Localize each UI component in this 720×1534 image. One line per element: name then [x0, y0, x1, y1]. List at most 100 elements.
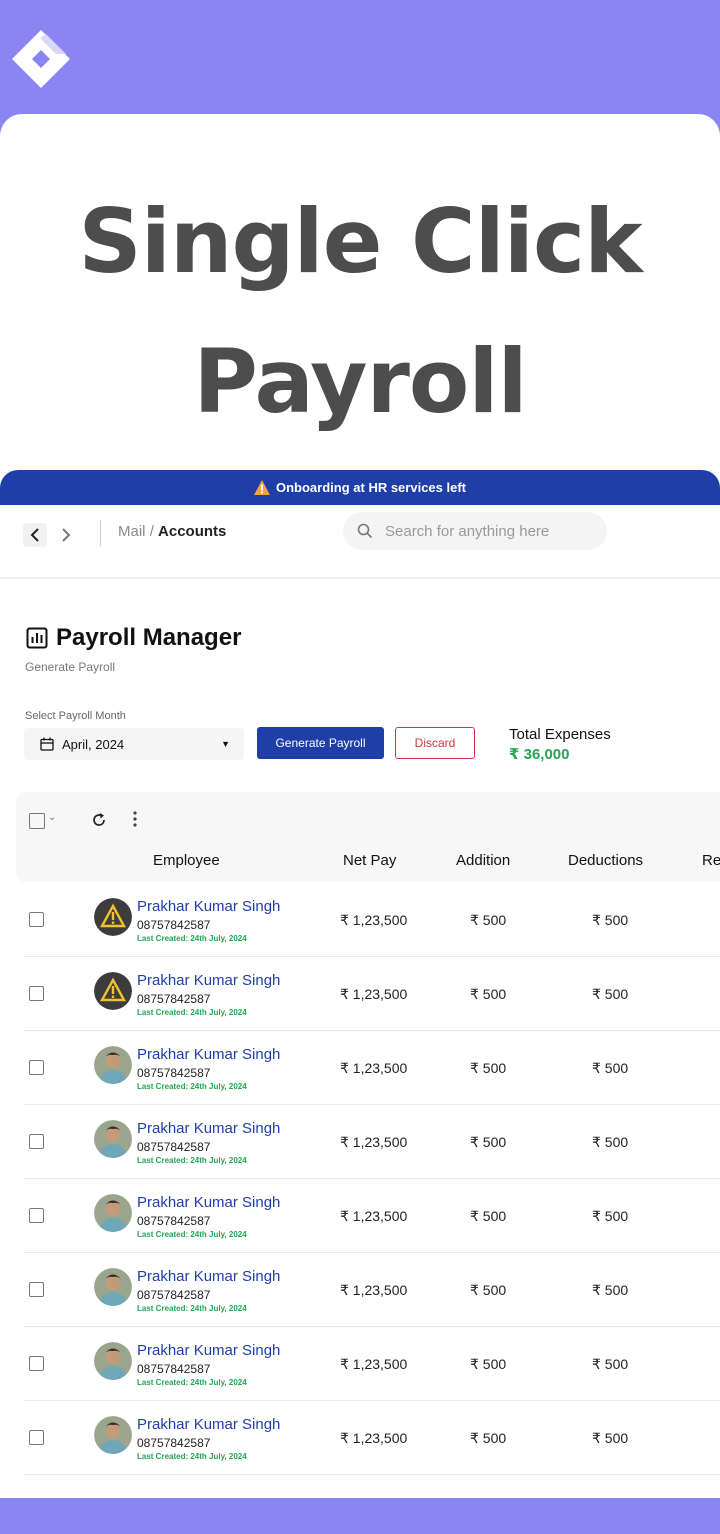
hero-card: Single Click Payroll Onboarding at HR se… — [0, 114, 720, 1498]
breadcrumb-accounts: Accounts — [158, 523, 227, 540]
top-bar: Mail / Accounts — [0, 505, 720, 579]
user-avatar-icon — [94, 1268, 132, 1306]
table-row[interactable]: Prakhar Kumar Singh 08757842587 Last Creat… — [24, 1178, 720, 1253]
banner-text: Onboarding at HR services left — [276, 480, 466, 495]
onboarding-banner[interactable]: Onboarding at HR services left — [0, 470, 720, 505]
employee-phone: 08757842587 — [137, 1436, 211, 1450]
user-avatar-icon — [94, 1120, 132, 1158]
net-pay-cell: ₹ 1,23,500 — [340, 1208, 408, 1224]
more-vertical-icon[interactable] — [132, 810, 138, 828]
bar-chart-icon — [26, 627, 48, 649]
search-input[interactable] — [383, 521, 587, 541]
deductions-cell: ₹ 500 — [592, 1208, 629, 1224]
refresh-icon[interactable] — [91, 812, 107, 828]
row-checkbox[interactable] — [29, 1208, 44, 1223]
page-subtitle: Generate Payroll — [25, 660, 116, 674]
row-checkbox[interactable] — [29, 1134, 44, 1149]
calendar-icon — [40, 737, 54, 751]
table-header: ⌄ Employee Net Pay Addition Deductions R… — [16, 792, 720, 882]
select-all-checkbox[interactable] — [29, 813, 45, 829]
avatar — [94, 898, 132, 936]
last-created: Last Created: 24th July, 2024 — [137, 1008, 247, 1017]
row-checkbox[interactable] — [29, 1356, 44, 1371]
employee-phone: 08757842587 — [137, 992, 211, 1006]
warning-icon — [254, 480, 270, 495]
row-checkbox[interactable] — [29, 1282, 44, 1297]
addition-cell: ₹ 500 — [470, 1430, 507, 1446]
last-created: Last Created: 24th July, 2024 — [137, 1230, 247, 1239]
breadcrumb-separator: / — [149, 523, 154, 540]
headline-line-1: Single Click — [78, 190, 642, 293]
warning-avatar-icon — [94, 898, 132, 936]
row-checkbox[interactable] — [29, 1430, 44, 1445]
avatar — [94, 972, 132, 1010]
addition-cell: ₹ 500 — [470, 1282, 507, 1298]
headline-line-2: Payroll — [193, 330, 527, 433]
table-row[interactable]: Prakhar Kumar Singh 08757842587 Last Creat… — [24, 882, 720, 957]
chevron-right-icon — [62, 528, 71, 542]
month-select[interactable]: April, 2024 ▼ — [24, 728, 244, 760]
row-checkbox[interactable] — [29, 1060, 44, 1075]
table-row[interactable]: Prakhar Kumar Singh 08757842587 Last Creat… — [24, 1326, 720, 1401]
employee-phone: 08757842587 — [137, 1288, 211, 1302]
employee-name[interactable]: Prakhar Kumar Singh — [137, 1046, 280, 1063]
table-row[interactable]: Prakhar Kumar Singh 08757842587 Last Creat… — [24, 1252, 720, 1327]
employee-phone: 08757842587 — [137, 1362, 211, 1376]
addition-cell: ₹ 500 — [470, 912, 507, 928]
table-row[interactable]: Prakhar Kumar Singh 08757842587 Last Creat… — [24, 1104, 720, 1179]
employee-name[interactable]: Prakhar Kumar Singh — [137, 898, 280, 915]
brand-logo-icon — [12, 30, 70, 88]
month-value: April, 2024 — [62, 736, 125, 752]
chevron-down-icon[interactable]: ⌄ — [48, 812, 56, 823]
total-expenses-label: Total Expenses — [509, 726, 611, 743]
table-row[interactable]: Prakhar Kumar Singh 08757842587 Last Creat… — [24, 1400, 720, 1475]
deductions-cell: ₹ 500 — [592, 986, 629, 1002]
divider — [100, 520, 101, 546]
chevron-left-icon — [30, 528, 39, 542]
deductions-cell: ₹ 500 — [592, 1356, 629, 1372]
discard-button[interactable]: Discard — [395, 727, 475, 759]
employee-name[interactable]: Prakhar Kumar Singh — [137, 1416, 280, 1433]
forward-button[interactable] — [54, 523, 78, 547]
avatar — [94, 1268, 132, 1306]
app-screenshot: Onboarding at HR services left Mail / Ac… — [0, 470, 720, 1498]
employee-name[interactable]: Prakhar Kumar Singh — [137, 1194, 280, 1211]
deductions-cell: ₹ 500 — [592, 912, 629, 928]
last-created: Last Created: 24th July, 2024 — [137, 1378, 247, 1387]
employee-name[interactable]: Prakhar Kumar Singh — [137, 1342, 280, 1359]
column-net-pay[interactable]: Net Pay — [343, 852, 396, 869]
column-employee[interactable]: Employee — [153, 852, 220, 869]
last-created: Last Created: 24th July, 2024 — [137, 1082, 247, 1091]
addition-cell: ₹ 500 — [470, 1060, 507, 1076]
net-pay-cell: ₹ 1,23,500 — [340, 1134, 408, 1150]
column-truncated[interactable]: Re — [702, 852, 720, 869]
avatar — [94, 1046, 132, 1084]
column-deductions[interactable]: Deductions — [568, 852, 643, 869]
page-title-text: Payroll Manager — [56, 624, 242, 651]
employee-phone: 08757842587 — [137, 1214, 211, 1228]
row-checkbox[interactable] — [29, 912, 44, 927]
breadcrumb: Mail / Accounts — [118, 523, 226, 540]
generate-payroll-button[interactable]: Generate Payroll — [257, 727, 384, 759]
row-checkbox[interactable] — [29, 986, 44, 1001]
net-pay-cell: ₹ 1,23,500 — [340, 1282, 408, 1298]
breadcrumb-mail[interactable]: Mail — [118, 523, 146, 540]
user-avatar-icon — [94, 1342, 132, 1380]
employee-name[interactable]: Prakhar Kumar Singh — [137, 1268, 280, 1285]
avatar — [94, 1194, 132, 1232]
net-pay-cell: ₹ 1,23,500 — [340, 1060, 408, 1076]
search-box[interactable] — [343, 512, 607, 550]
table-row[interactable]: Prakhar Kumar Singh 08757842587 Last Creat… — [24, 956, 720, 1031]
addition-cell: ₹ 500 — [470, 986, 507, 1002]
addition-cell: ₹ 500 — [470, 1208, 507, 1224]
employee-name[interactable]: Prakhar Kumar Singh — [137, 972, 280, 989]
total-expenses-value: ₹ 36,000 — [509, 746, 570, 763]
user-avatar-icon — [94, 1046, 132, 1084]
back-button[interactable] — [23, 523, 47, 547]
last-created: Last Created: 24th July, 2024 — [137, 1452, 247, 1461]
column-addition[interactable]: Addition — [456, 852, 510, 869]
table-row[interactable]: Prakhar Kumar Singh 08757842587 Last Creat… — [24, 1030, 720, 1105]
deductions-cell: ₹ 500 — [592, 1430, 629, 1446]
avatar — [94, 1120, 132, 1158]
employee-name[interactable]: Prakhar Kumar Singh — [137, 1120, 280, 1137]
